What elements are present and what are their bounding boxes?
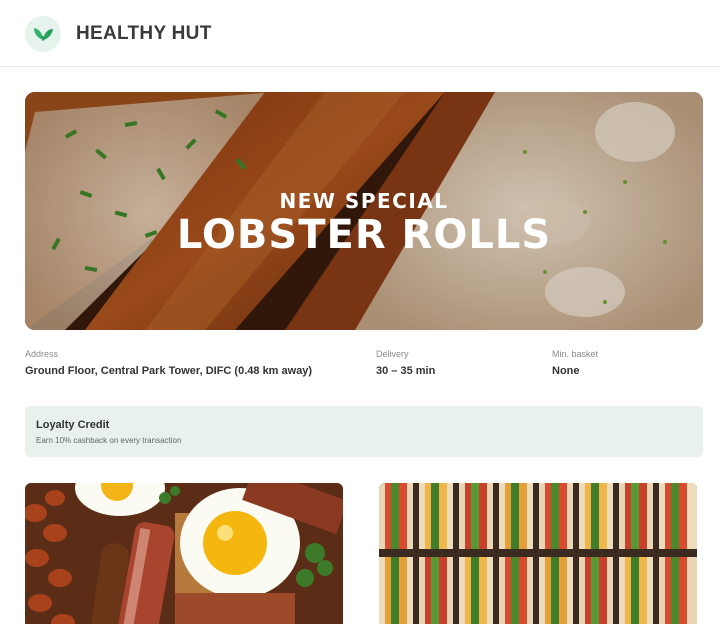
- hero-title: LOBSTER ROLLS: [176, 212, 552, 258]
- address-info: Address Ground Floor, Central Park Tower…: [25, 349, 312, 377]
- leaf-icon[interactable]: [25, 16, 61, 52]
- min-basket-info: Min. basket None: [552, 349, 598, 377]
- delivery-value: 30 – 35 min: [376, 365, 436, 377]
- sandwiches-card[interactable]: [379, 483, 697, 624]
- hero-banner[interactable]: NEW SPECIAL LOBSTER ROLLS: [25, 92, 703, 330]
- sandwiches-image: [379, 483, 697, 624]
- address-label: Address: [25, 349, 59, 359]
- brand-name[interactable]: HEALTHY HUT: [76, 23, 212, 45]
- address-value: Ground Floor, Central Park Tower, DIFC (…: [25, 365, 313, 377]
- loyalty-banner[interactable]: Loyalty Credit Earn 10% cashback on ever…: [25, 406, 703, 457]
- delivery-info: Delivery 30 – 35 min: [376, 349, 435, 377]
- breakfast-image: [25, 483, 343, 624]
- min-basket-value: None: [552, 365, 580, 377]
- min-basket-label: Min. basket: [552, 349, 599, 359]
- loyalty-title: Loyalty Credit: [36, 419, 110, 431]
- breakfast-card[interactable]: [25, 483, 343, 624]
- delivery-label: Delivery: [376, 349, 409, 359]
- hero-subtitle: NEW SPECIAL: [279, 189, 449, 213]
- loyalty-description: Earn 10% cashback on every transaction: [36, 436, 182, 445]
- header: HEALTHY HUT: [0, 0, 720, 67]
